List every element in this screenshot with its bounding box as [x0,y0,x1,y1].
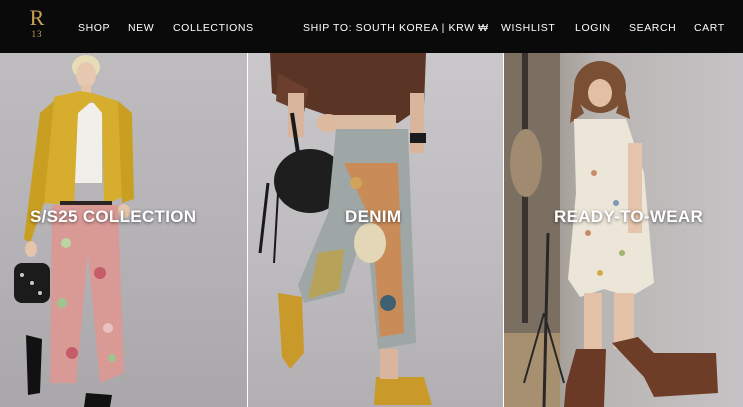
panel-divider [503,53,504,407]
nav-login-link[interactable]: LOGIN [575,22,611,34]
panel-ready-to-wear[interactable]: READY-TO-WEAR [504,53,743,407]
panel-title-ss25: S/S25 COLLECTION [30,207,197,226]
brand-logo[interactable]: R 13 [28,7,46,41]
hero-panels: S/S25 COLLECTION DENIM READY-TO-WEAR [0,53,743,407]
nav-shop-link[interactable]: SHOP [78,22,110,34]
model-photo-denim [258,53,432,405]
nav-wishlist-link[interactable]: WISHLIST [501,22,555,34]
panel-title-ready-to-wear: READY-TO-WEAR [554,207,704,226]
nav-collections-link[interactable]: COLLECTIONS [173,22,254,34]
model-photo-ready-to-wear [504,53,718,407]
logo-number: 13 [31,29,43,39]
ship-to-selector[interactable]: SHIP TO: SOUTH KOREA | KRW ₩ [303,22,489,34]
nav-search-link[interactable]: SEARCH [629,22,676,34]
panel-denim[interactable]: DENIM [248,53,503,407]
panel-title-denim: DENIM [345,207,402,226]
nav-cart-link[interactable]: CART [694,22,725,34]
panel-ss25-collection[interactable]: S/S25 COLLECTION [0,53,247,407]
panel-divider [247,53,248,407]
logo-letter: R [29,5,45,30]
model-photo-yellow-jacket [14,55,134,407]
site-header: R 13 SHOP NEW COLLECTIONS SHIP TO: SOUTH… [0,0,743,53]
nav-new-link[interactable]: NEW [128,22,154,34]
